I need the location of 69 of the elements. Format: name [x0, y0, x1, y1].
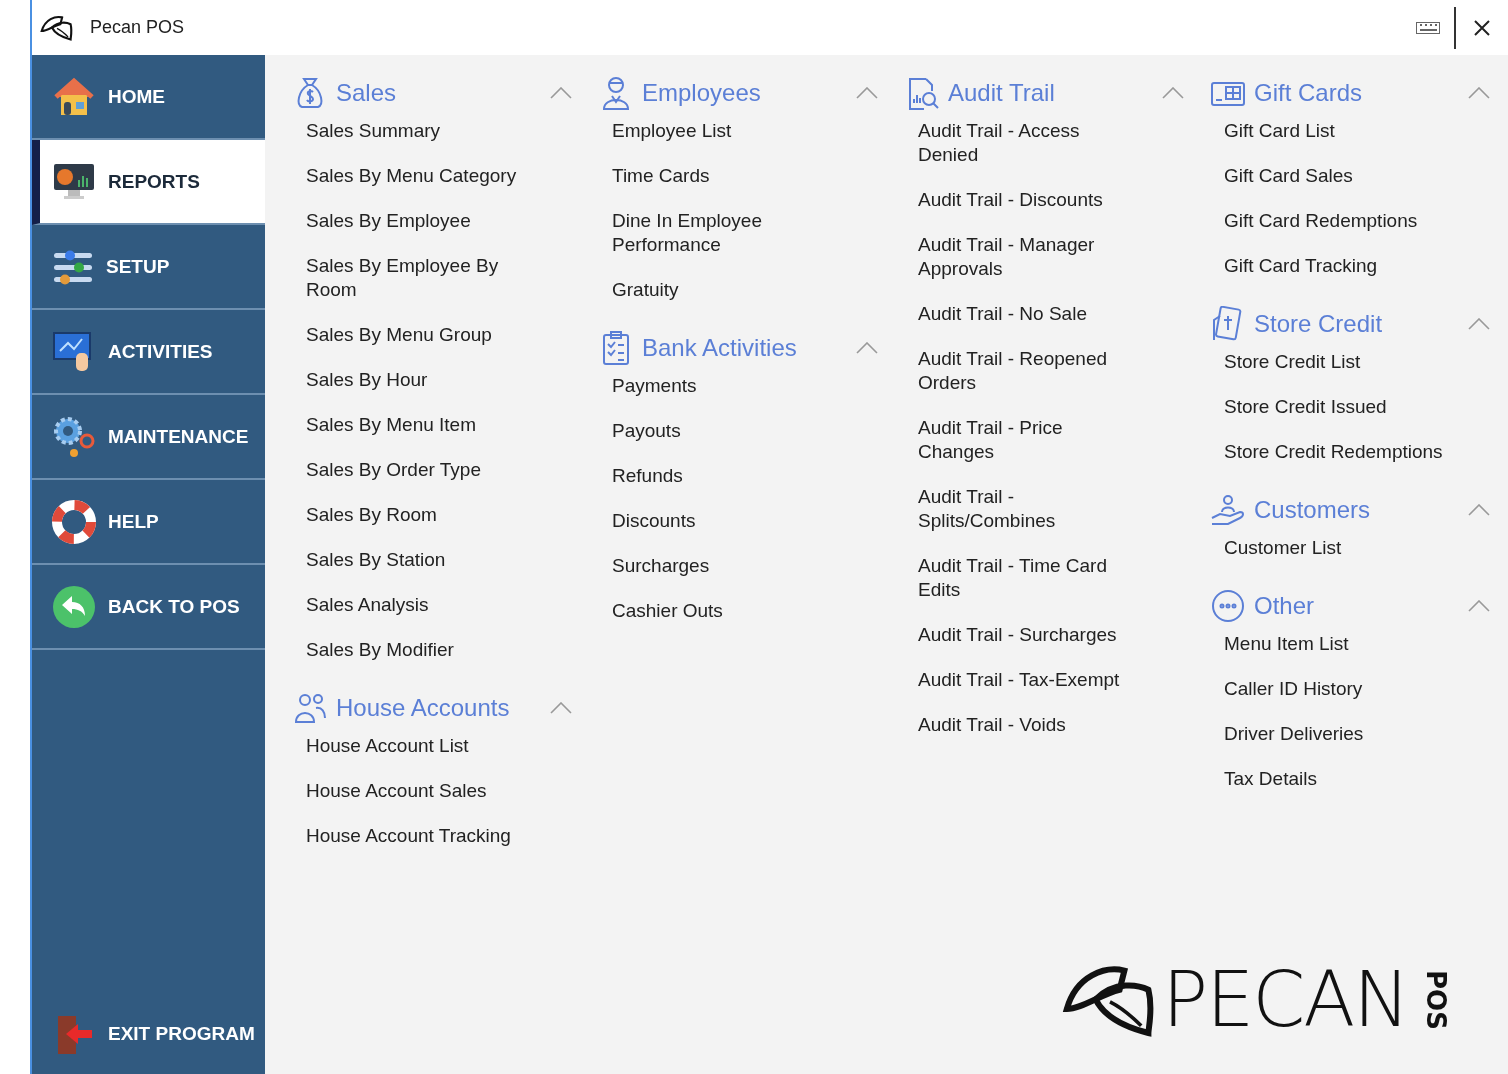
lifebuoy-icon	[52, 499, 96, 544]
report-link[interactable]: Audit Trail - Surcharges	[918, 623, 1140, 647]
report-link[interactable]: Gratuity	[612, 278, 834, 302]
more-icon	[1210, 588, 1246, 624]
chevron-icon	[1468, 504, 1490, 516]
report-link[interactable]: House Account Tracking	[306, 824, 528, 848]
report-link[interactable]: Menu Item List	[1224, 632, 1446, 656]
report-link[interactable]: Tax Details	[1224, 767, 1446, 791]
report-link[interactable]: Dine In Employee Performance	[612, 209, 834, 257]
report-link[interactable]: Sales By Hour	[306, 368, 528, 392]
report-link[interactable]: Sales By Station	[306, 548, 528, 572]
report-link[interactable]: Sales By Employee	[306, 209, 528, 233]
sidebar-item[interactable]: REPORTS	[32, 140, 265, 225]
chevron-icon	[1468, 318, 1490, 330]
report-link[interactable]: Discounts	[612, 509, 834, 533]
report-link[interactable]: Sales By Employee By Room	[306, 254, 528, 302]
report-link[interactable]: Audit Trail - Manager Approvals	[918, 233, 1140, 281]
report-link[interactable]: Audit Trail - Tax-Exempt	[918, 668, 1140, 692]
report-link[interactable]: Customer List	[1224, 536, 1446, 560]
close-icon	[1473, 18, 1491, 37]
leaf-logo-icon	[40, 13, 74, 42]
chevron-icon	[550, 702, 572, 714]
report-link[interactable]: Sales By Modifier	[306, 638, 528, 662]
report-link[interactable]: Surcharges	[612, 554, 834, 578]
report-link[interactable]: House Account List	[306, 734, 528, 758]
monitor-chart-icon	[52, 161, 96, 202]
report-link[interactable]: Refunds	[612, 464, 834, 488]
report-link[interactable]: Audit Trail - Voids	[918, 713, 1140, 737]
report-link[interactable]: Audit Trail - Reopened Orders	[918, 347, 1140, 395]
report-link[interactable]: Sales By Menu Item	[306, 413, 528, 437]
report-link[interactable]: Audit Trail - Discounts	[918, 188, 1140, 212]
report-link[interactable]: Audit Trail - Splits/Combines	[918, 485, 1140, 533]
report-link[interactable]: Cashier Outs	[612, 599, 834, 623]
chevron-icon	[1468, 600, 1490, 612]
report-link[interactable]: Caller ID History	[1224, 677, 1446, 701]
report-link[interactable]: Payouts	[612, 419, 834, 443]
report-link[interactable]: Gift Card List	[1224, 119, 1446, 143]
report-link[interactable]: Sales By Room	[306, 503, 528, 527]
logo-wordmark: PECAN	[1162, 961, 1409, 1038]
report-link[interactable]: Audit Trail - Time Card Edits	[918, 554, 1140, 602]
hand-person-icon	[1210, 492, 1246, 528]
chevron-icon	[856, 87, 878, 99]
report-link[interactable]: Audit Trail - Access Denied	[918, 119, 1140, 167]
report-link[interactable]: Store Credit Redemptions	[1224, 440, 1446, 464]
report-link[interactable]: Store Credit List	[1224, 350, 1446, 374]
report-link[interactable]: Time Cards	[612, 164, 834, 188]
gears-icon	[52, 414, 96, 459]
report-link[interactable]: Gift Card Tracking	[1224, 254, 1446, 278]
report-link[interactable]: House Account Sales	[306, 779, 528, 803]
report-link[interactable]: Audit Trail - Price Changes	[918, 416, 1140, 464]
report-link[interactable]: Sales By Menu Group	[306, 323, 528, 347]
chevron-icon	[856, 342, 878, 354]
report-link[interactable]: Gift Card Redemptions	[1224, 209, 1446, 233]
chevron-icon	[1468, 87, 1490, 99]
report-link[interactable]: Sales By Order Type	[306, 458, 528, 482]
report-link[interactable]: Employee List	[612, 119, 834, 143]
report-link[interactable]: Sales By Menu Category	[306, 164, 528, 188]
report-link[interactable]: Driver Deliveries	[1224, 722, 1446, 746]
report-link[interactable]: Audit Trail - No Sale	[918, 302, 1140, 326]
window-title: Pecan POS	[90, 17, 186, 38]
report-link[interactable]: Store Credit Issued	[1224, 395, 1446, 419]
report-link[interactable]: Sales Analysis	[306, 593, 528, 617]
report-link[interactable]: Sales Summary	[306, 119, 528, 143]
report-link[interactable]: Payments	[612, 374, 834, 398]
report-link[interactable]: Gift Card Sales	[1224, 164, 1446, 188]
logo-suffix: POS	[1421, 969, 1452, 1030]
chevron-icon	[1162, 87, 1184, 99]
keyboard-icon	[1416, 21, 1440, 34]
chevron-icon	[550, 87, 572, 99]
